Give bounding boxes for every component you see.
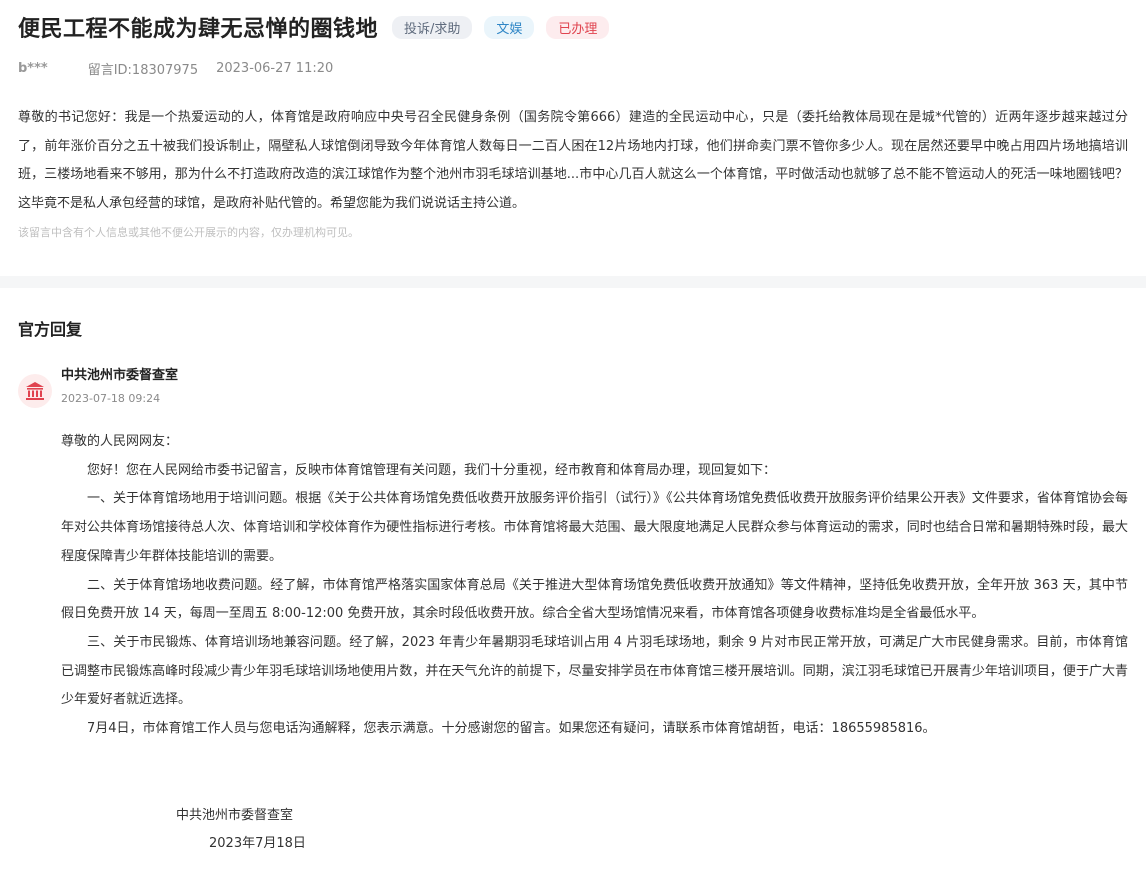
message-content: 尊敬的书记您好：我是一个热爱运动的人，体育馆是政府响应中央号召全民健身条例（国务… — [18, 110, 1128, 211]
message-datetime: 2023-06-27 11:20 — [216, 60, 334, 76]
reply-paragraph: 一、关于体育馆场地用于培训问题。根据《关于公共体育场馆免费低收费开放服务评价指引… — [61, 491, 1128, 564]
reply-paragraph: 三、关于市民锻炼、体育培训场地兼容问题。经了解，2023 年青少年暑期羽毛球培训… — [61, 634, 1128, 708]
reply-paragraph: 7月4日，市体育馆工作人员与您电话沟通解释，您表示满意。十分感谢您的留言。如果您… — [87, 721, 936, 737]
privacy-note: 该留言中含有个人信息或其他不便公开展示的内容，仅办理机构可见。 — [18, 226, 359, 239]
tag-field[interactable]: 文娱 — [484, 15, 535, 39]
reply-body: 尊敬的人民网网友： 您好！您在人民网给市委书记留言，反映市体育馆管理有关问题，我… — [61, 428, 1128, 744]
message-title: 便民工程不能成为肆无忌惮的圈钱地 — [18, 17, 379, 42]
title-row: 便民工程不能成为肆无忌惮的圈钱地 投诉/求助 文娱 已办理 — [18, 0, 1128, 45]
message-section: 便民工程不能成为肆无忌惮的圈钱地 投诉/求助 文娱 已办理 b*** 留言ID:… — [0, 0, 1146, 240]
government-building-icon — [18, 374, 52, 408]
tag-category[interactable]: 投诉/求助 — [392, 15, 473, 39]
official-reply: 中共池州市委督查室 2023-07-18 09:24 尊敬的人民网网友： 您好！… — [0, 340, 1146, 858]
section-divider — [0, 276, 1146, 288]
reply-signature-date: 2023年7月18日 — [209, 835, 306, 851]
message-meta: b*** 留言ID:18307975 2023-06-27 11:20 — [18, 59, 1128, 78]
official-reply-heading: 官方回复 — [18, 320, 83, 339]
reply-datetime: 2023-07-18 09:24 — [61, 392, 161, 405]
reply-paragraph: 二、关于体育馆场地收费问题。经了解，市体育馆严格落实国家体育总局《关于推进大型体… — [61, 577, 1128, 622]
author-name: b*** — [18, 60, 48, 76]
reply-salutation: 尊敬的人民网网友： — [61, 434, 179, 449]
message-id: 留言ID:18307975 — [87, 62, 199, 78]
reply-signature: 中共池州市委督查室 — [176, 807, 294, 823]
status-badge: 已办理 — [546, 15, 610, 39]
reply-signature-block: 中共池州市委督查室 2023年7月18日 — [176, 802, 1128, 858]
reply-org-header: 中共池州市委督查室 2023-07-18 09:24 — [18, 366, 1128, 408]
reply-paragraph: 您好！您在人民网给市委书记留言，反映市体育馆管理有关问题，我们十分重视，经市教育… — [87, 462, 777, 478]
reply-org-name: 中共池州市委督查室 — [61, 368, 179, 383]
